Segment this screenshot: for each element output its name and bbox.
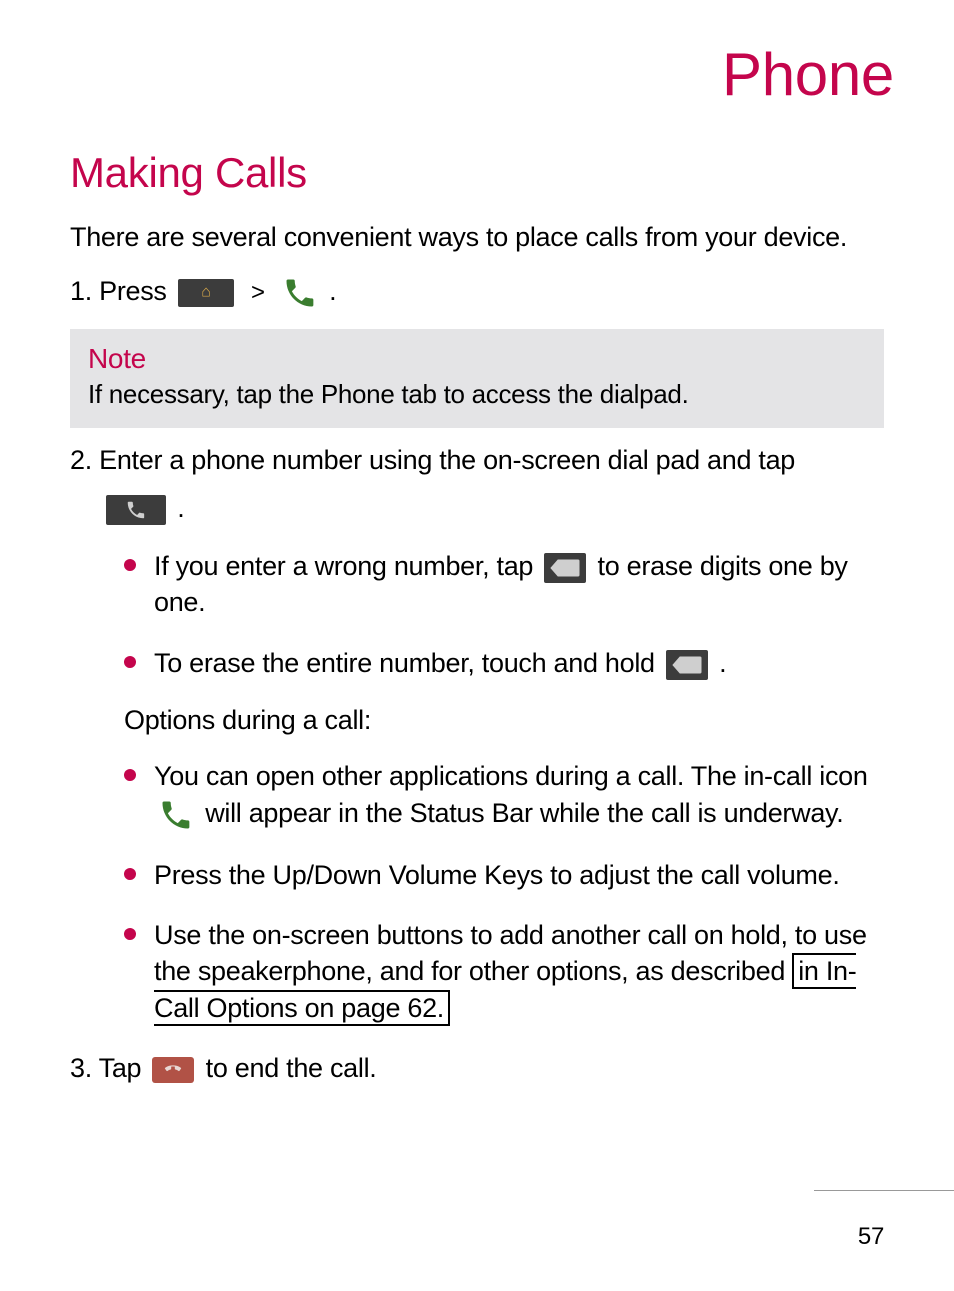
intro-paragraph: There are several convenient ways to pla… — [70, 219, 884, 255]
list-item: You can open other applications during a… — [124, 758, 884, 832]
list-item: Use the on-screen buttons to add another… — [124, 917, 884, 1026]
home-button-icon — [178, 279, 234, 307]
bullet-text-b: will appear in the Status Bar while the … — [205, 798, 843, 828]
options-bullets: You can open other applications during a… — [124, 758, 884, 1026]
step-2: 2. Enter a phone number using the on-scr… — [70, 442, 884, 480]
step-1-text: 1. Press — [70, 276, 174, 306]
step-3-text-a: 3. Tap — [70, 1053, 148, 1083]
step-3-text-b: to end the call. — [206, 1053, 377, 1083]
backspace-icon — [544, 553, 586, 583]
step-2-bullets: If you enter a wrong number, tap to eras… — [124, 548, 884, 681]
list-item: If you enter a wrong number, tap to eras… — [124, 548, 884, 621]
step-2-icon-line: . — [102, 490, 884, 528]
call-button-icon — [106, 495, 166, 525]
step-3: 3. Tap to end the call. — [70, 1050, 884, 1088]
bullet-text: Use the on-screen buttons to add another… — [154, 920, 867, 986]
backspace-icon — [666, 650, 708, 680]
step-2-period: . — [177, 493, 184, 523]
subheading-options: Options during a call: — [124, 705, 884, 736]
page-title: Phone — [70, 40, 894, 109]
step-1: 1. Press > . — [70, 273, 884, 311]
note-title: Note — [88, 343, 866, 375]
page-number: 57 — [858, 1223, 884, 1251]
section-heading: Making Calls — [70, 149, 884, 197]
step-1-period: . — [329, 276, 336, 306]
arrow-gt: > — [251, 279, 265, 306]
list-item: Press the Up/Down Volume Keys to adjust … — [124, 857, 884, 893]
bullet-text: To erase the entire number, touch and ho… — [154, 648, 662, 678]
bullet-text: You can open other applications during a… — [154, 761, 868, 791]
end-call-icon — [152, 1057, 194, 1083]
phone-app-icon — [282, 275, 318, 311]
note-body: If necessary, tap the Phone tab to acces… — [88, 379, 866, 410]
bullet-text: If you enter a wrong number, tap — [154, 551, 540, 581]
bullet-text-b: . — [719, 648, 726, 678]
in-call-status-icon — [158, 797, 194, 833]
footer-rule — [814, 1190, 954, 1191]
list-item: To erase the entire number, touch and ho… — [124, 645, 884, 681]
note-box: Note If necessary, tap the Phone tab to … — [70, 329, 884, 428]
